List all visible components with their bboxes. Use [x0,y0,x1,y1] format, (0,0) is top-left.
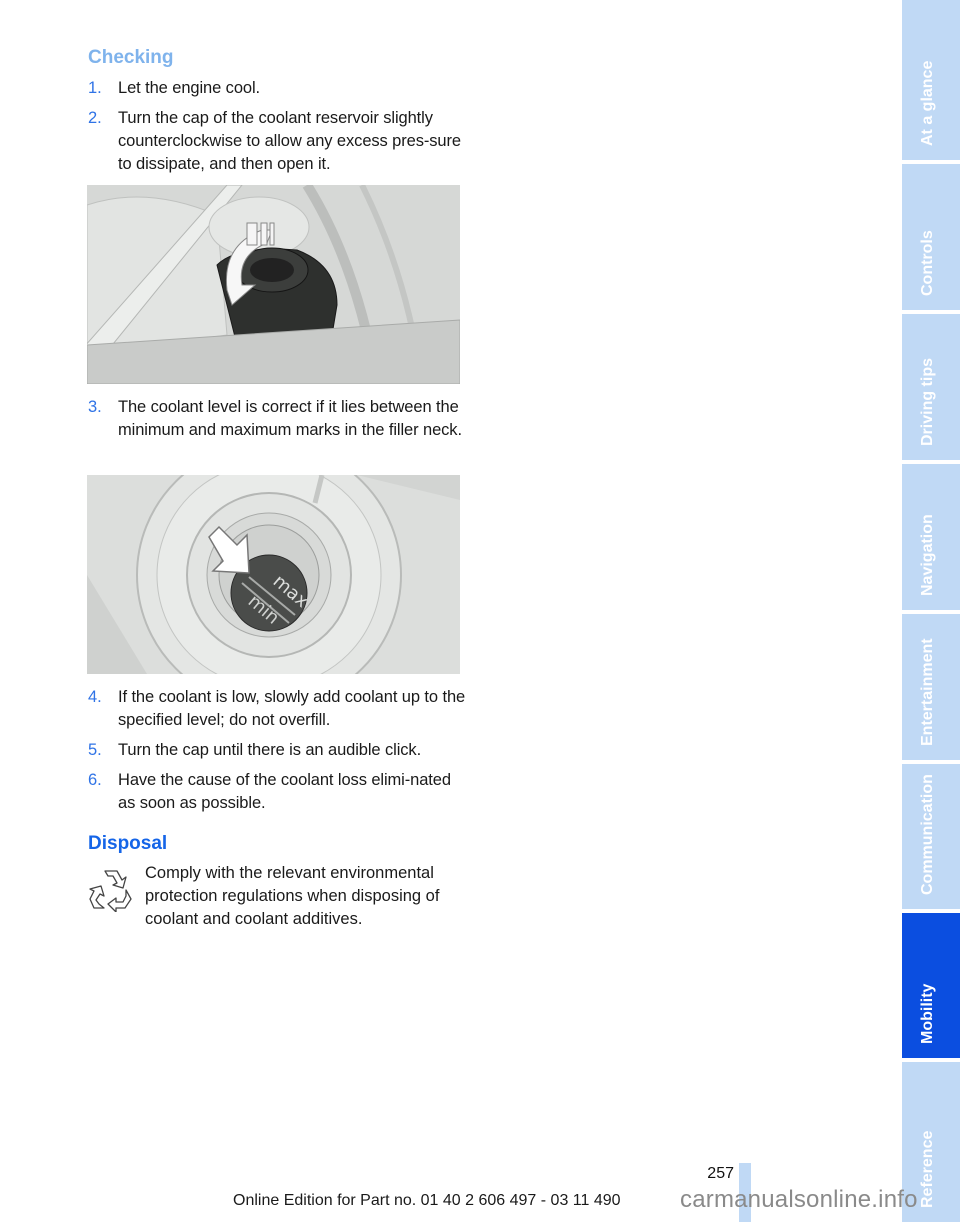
step-item: 2. Turn the cap of the coolant reservoir … [88,107,468,176]
step-number: 5. [88,741,102,759]
tab-label: Driving tips [919,357,936,446]
checking-heading: Checking [88,47,174,68]
watermark: carmanualsonline.info [680,1186,918,1213]
checking-section: Checking [88,46,468,70]
tab-at-a-glance[interactable]: At a glance [902,0,960,160]
step-item: 4. If the coolant is low, slowly add cool… [88,686,468,732]
step-text: The coolant level is correct if it lies … [118,398,462,439]
step-text: Let the engine cool. [118,79,261,97]
step-text: Have the cause of the coolant loss elimi… [118,771,451,812]
filler-neck-illustration: max min [87,475,460,674]
step-number: 1. [88,79,102,97]
chapter-tabs: At a glance Controls Driving tips Naviga… [902,0,960,1222]
disposal-text: Comply with the relevant environmental p… [145,864,440,928]
reservoir-cap-figure [87,185,460,384]
steps-group-a: 1. Let the engine cool. 2. Turn the cap of… [88,77,468,183]
step-number: 6. [88,771,102,789]
tab-label: Reference [919,1130,936,1208]
disposal-heading: Disposal [88,833,168,854]
steps-group-b: 3. The coolant level is correct if it lie… [88,396,468,449]
tab-navigation[interactable]: Navigation [902,464,960,610]
recycle-icon [88,866,134,913]
tab-label: Communication [919,774,936,895]
tab-driving-tips[interactable]: Driving tips [902,314,960,460]
tab-label: At a glance [919,60,936,146]
step-item: 1. Let the engine cool. [88,77,468,100]
tab-label: Mobility [919,983,936,1044]
step-number: 3. [88,398,102,416]
tab-label: Entertainment [919,638,936,746]
steps-group-c: 4. If the coolant is low, slowly add cool… [88,686,468,822]
tab-controls[interactable]: Controls [902,164,960,310]
step-item: 6. Have the cause of the coolant loss eli… [88,769,468,815]
page-number: 257 [707,1165,734,1182]
tab-label: Navigation [919,514,936,596]
reservoir-cap-illustration [87,185,460,384]
tab-mobility[interactable]: Mobility [902,913,960,1058]
step-number: 4. [88,688,102,706]
disposal-section: Disposal [88,832,468,856]
tab-label: Controls [919,230,936,296]
tab-entertainment[interactable]: Entertainment [902,614,960,760]
step-text: Turn the cap of the coolant reservoir sl… [118,109,461,173]
step-text: If the coolant is low, slowly add coolan… [118,688,466,729]
edition-footer: Online Edition for Part no. 01 40 2 606 … [233,1192,621,1209]
step-item: 5. Turn the cap until there is an audible… [88,739,468,762]
step-item: 3. The coolant level is correct if it lie… [88,396,468,442]
step-text: Turn the cap until there is an audible c… [118,741,422,759]
step-number: 2. [88,109,102,127]
filler-neck-figure: max min [87,475,460,674]
tab-communication[interactable]: Communication [902,764,960,909]
